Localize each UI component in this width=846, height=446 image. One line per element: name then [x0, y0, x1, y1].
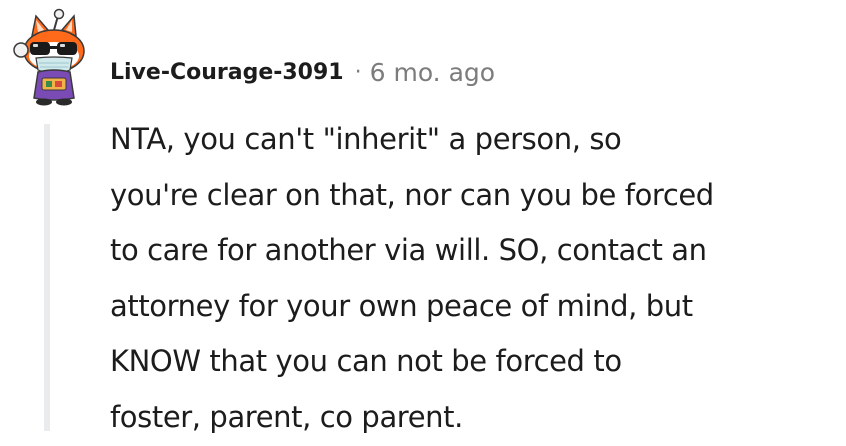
- comment-body-line: foster, parent, co parent.: [110, 399, 463, 434]
- meta-separator: ·: [354, 59, 362, 85]
- snoo-avatar-icon: [13, 8, 85, 106]
- comment-body-line: NTA, you can't "inherit" a person, so: [110, 122, 622, 156]
- comment-body-line: attorney for your own peace of mind, but: [110, 288, 693, 323]
- comment-body-line: you're clear on that, nor can you be for…: [110, 177, 714, 212]
- comment-body: NTA, you can't "inherit" a person, so yo…: [110, 112, 840, 446]
- avatar[interactable]: [8, 6, 100, 106]
- comment-header: Live-Courage-3091 · 6 mo. ago: [110, 52, 495, 92]
- comment-body-line: KNOW that you can not be forced to: [110, 344, 622, 379]
- timestamp-link[interactable]: 6 mo. ago: [370, 58, 495, 87]
- comment: Live-Courage-3091 · 6 mo. ago NTA, you c…: [0, 0, 846, 434]
- comment-body-line: to care for another via will. SO, contac…: [110, 233, 707, 268]
- thread-collapse-line[interactable]: [44, 124, 50, 431]
- username-link[interactable]: Live-Courage-3091: [110, 60, 344, 85]
